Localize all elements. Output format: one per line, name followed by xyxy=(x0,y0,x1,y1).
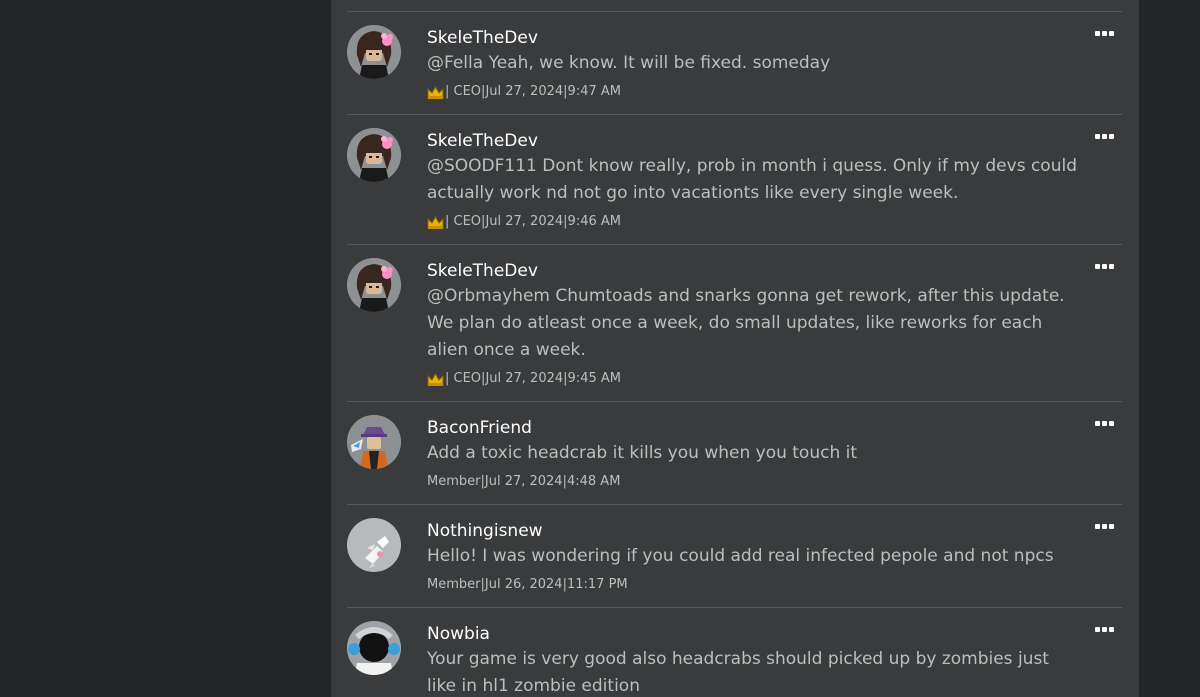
user-avatar[interactable] xyxy=(347,415,401,469)
comment-text: Hello! I was wondering if you could add … xyxy=(427,546,1054,566)
username-link[interactable]: BaconFriend xyxy=(427,417,532,439)
dot-icon xyxy=(1095,134,1100,139)
more-options-button[interactable] xyxy=(1095,264,1114,272)
dot-icon xyxy=(1109,421,1114,426)
date-label: Jul 27, 2024 xyxy=(485,214,564,229)
date-label: Jul 27, 2024 xyxy=(485,84,564,99)
avatar-nothing-image xyxy=(347,518,401,572)
comment-item: Nothingisnew Hello! I was wondering if y… xyxy=(347,505,1122,608)
comment-item: SkeleTheDev @SOODF111 Dont know really, … xyxy=(347,115,1122,245)
avatar-nowbia-image xyxy=(347,621,401,675)
avatar-skele-image xyxy=(347,128,401,182)
role-label: | CEO xyxy=(445,84,482,99)
dot-icon xyxy=(1109,264,1114,269)
comment-text: @Fella Yeah, we know. It will be fixed. … xyxy=(427,53,831,73)
date-label: Jul 27, 2024 xyxy=(485,371,564,386)
comment-meta: | CEO | Jul 27, 2024 | 9:46 AM xyxy=(427,213,1082,244)
more-options-button[interactable] xyxy=(1095,524,1114,532)
username-link[interactable]: SkeleTheDev xyxy=(427,130,538,152)
dot-icon xyxy=(1102,134,1107,139)
avatar-bacon-image xyxy=(347,415,401,469)
comment-text: @Orbmayhem Chumtoads and snarks gonna ge… xyxy=(427,286,1065,360)
user-avatar[interactable] xyxy=(347,128,401,182)
dot-icon xyxy=(1102,31,1107,36)
more-options-button[interactable] xyxy=(1095,134,1114,142)
crown-icon xyxy=(427,372,444,386)
comment-meta: | CEO | Jul 27, 2024 | 9:45 AM xyxy=(427,370,1082,401)
date-label: Jul 27, 2024 xyxy=(484,474,563,489)
role-label: | CEO xyxy=(445,371,482,386)
comment-meta: Member | Jul 27, 2024 | 4:48 AM xyxy=(427,473,1082,504)
username-link[interactable]: Nowbia xyxy=(427,623,490,645)
user-avatar[interactable] xyxy=(347,25,401,79)
more-options-button[interactable] xyxy=(1095,31,1114,39)
crown-icon xyxy=(427,85,444,99)
user-avatar[interactable] xyxy=(347,518,401,572)
dot-icon xyxy=(1109,31,1114,36)
comment-text: Your game is very good also headcrabs sh… xyxy=(427,649,1049,696)
role-label: Member xyxy=(427,474,481,489)
comment-list: SkeleTheDev @Fella Yeah, we know. It wil… xyxy=(347,12,1122,697)
dot-icon xyxy=(1109,524,1114,529)
time-label: 9:46 AM xyxy=(567,214,621,229)
comment-text: Add a toxic headcrab it kills you when y… xyxy=(427,443,858,463)
role-label: | CEO xyxy=(445,214,482,229)
role-label: Member xyxy=(427,577,481,592)
username-link[interactable]: Nothingisnew xyxy=(427,520,543,542)
dot-icon xyxy=(1095,264,1100,269)
avatar-skele-image xyxy=(347,25,401,79)
dot-icon xyxy=(1109,134,1114,139)
comment-text: @SOODF111 Dont know really, prob in mont… xyxy=(427,156,1077,203)
time-label: 4:48 AM xyxy=(566,474,621,489)
comment-meta: Member | Jul 26, 2024 | 11:17 PM xyxy=(427,576,1082,607)
comment-item: SkeleTheDev @Fella Yeah, we know. It wil… xyxy=(347,12,1122,115)
crown-icon xyxy=(427,215,444,229)
dot-icon xyxy=(1095,31,1100,36)
username-link[interactable]: SkeleTheDev xyxy=(427,260,538,282)
username-link[interactable]: SkeleTheDev xyxy=(427,27,538,49)
avatar-skele-image xyxy=(347,258,401,312)
dot-icon xyxy=(1095,524,1100,529)
dot-icon xyxy=(1102,421,1107,426)
dot-icon xyxy=(1109,627,1114,632)
time-label: 11:17 PM xyxy=(566,577,628,592)
date-label: Jul 26, 2024 xyxy=(484,577,563,592)
comment-meta: | CEO | Jul 27, 2024 | 9:47 AM xyxy=(427,83,1082,114)
dot-icon xyxy=(1095,627,1100,632)
dot-icon xyxy=(1102,264,1107,269)
more-options-button[interactable] xyxy=(1095,627,1114,635)
comments-panel: SkeleTheDev @Fella Yeah, we know. It wil… xyxy=(331,0,1139,697)
dot-icon xyxy=(1095,421,1100,426)
dot-icon xyxy=(1102,627,1107,632)
comment-item: BaconFriend Add a toxic headcrab it kill… xyxy=(347,402,1122,505)
comment-item: SkeleTheDev @Orbmayhem Chumtoads and sna… xyxy=(347,245,1122,402)
user-avatar[interactable] xyxy=(347,258,401,312)
dot-icon xyxy=(1102,524,1107,529)
time-label: 9:47 AM xyxy=(567,84,621,99)
comment-item: Nowbia Your game is very good also headc… xyxy=(347,608,1122,697)
more-options-button[interactable] xyxy=(1095,421,1114,429)
user-avatar[interactable] xyxy=(347,621,401,675)
time-label: 9:45 AM xyxy=(567,371,621,386)
